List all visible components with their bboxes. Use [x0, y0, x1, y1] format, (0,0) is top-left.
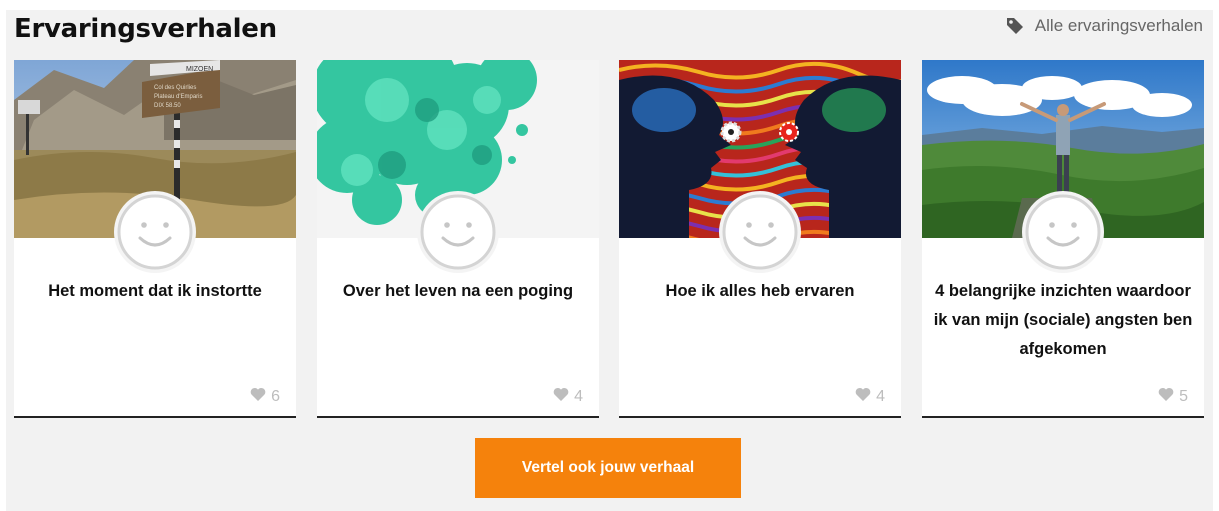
- like-count: 5: [1158, 387, 1188, 406]
- all-stories-link[interactable]: Alle ervaringsverhalen: [1005, 16, 1203, 36]
- card-title[interactable]: 4 belangrijke inzichten waardoor ik van …: [932, 277, 1194, 364]
- like-count-value: 4: [876, 387, 885, 405]
- tell-your-story-button[interactable]: Vertel ook jouw verhaal: [475, 438, 741, 498]
- like-count-value: 5: [1179, 387, 1188, 405]
- all-stories-label: Alle ervaringsverhalen: [1034, 16, 1203, 35]
- heart-icon: [1158, 387, 1174, 406]
- section-title: Ervaringsverhalen: [14, 14, 277, 44]
- like-count: 4: [553, 387, 583, 406]
- smiley-avatar-icon: [113, 190, 197, 274]
- like-count-value: 4: [574, 387, 583, 405]
- tag-icon: [1005, 16, 1025, 36]
- like-count: 6: [250, 387, 280, 406]
- story-card[interactable]: 4 belangrijke inzichten waardoor ik van …: [922, 60, 1204, 418]
- like-count: 4: [855, 387, 885, 406]
- smiley-avatar-icon: [718, 190, 802, 274]
- sign-text-4: DIX 58.50: [154, 103, 181, 109]
- sign-text-1: MIZOEN: [186, 66, 213, 73]
- smiley-avatar-icon: [1021, 190, 1105, 274]
- smiley-avatar-icon: [416, 190, 500, 274]
- heart-icon: [855, 387, 871, 406]
- card-title[interactable]: Het moment dat ik instortte: [24, 277, 286, 306]
- story-card[interactable]: MIZOEN Col des Quirlies Plateau d'Empari…: [14, 60, 296, 418]
- card-title[interactable]: Hoe ik alles heb ervaren: [629, 277, 891, 306]
- story-card[interactable]: Over het leven na een poging 4: [317, 60, 599, 418]
- stories-section: Ervaringsverhalen Alle ervaringsverhalen: [6, 10, 1213, 511]
- story-card[interactable]: Hoe ik alles heb ervaren 4: [619, 60, 901, 418]
- sign-text-2: Col des Quirlies: [154, 85, 196, 91]
- like-count-value: 6: [271, 387, 280, 405]
- heart-icon: [250, 387, 266, 406]
- card-title[interactable]: Over het leven na een poging: [327, 277, 589, 306]
- heart-icon: [553, 387, 569, 406]
- sign-text-3: Plateau d'Emparis: [154, 94, 203, 100]
